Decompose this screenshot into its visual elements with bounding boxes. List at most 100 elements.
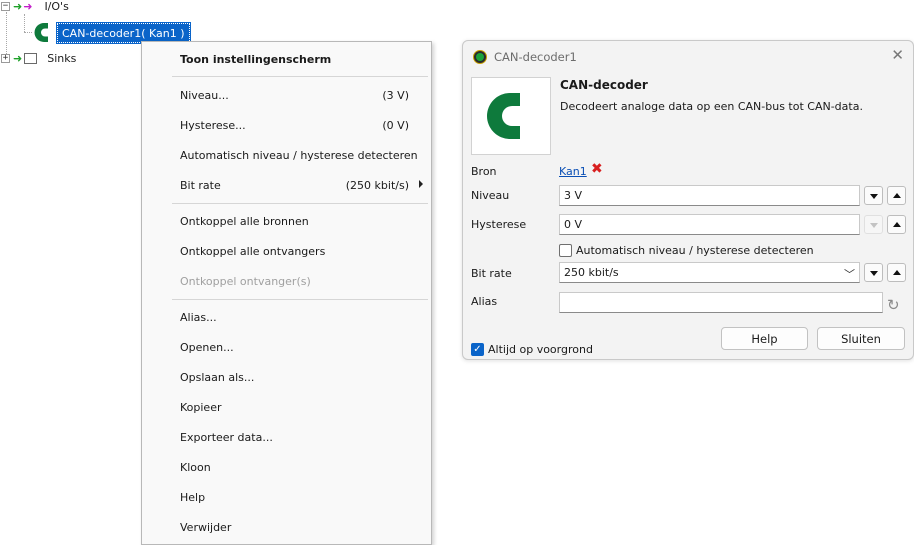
menu-item-label: Toon instellingenscherm xyxy=(180,52,332,66)
menu-item-openen[interactable]: Openen... xyxy=(142,332,431,362)
checkmark-icon[interactable]: ✓ xyxy=(471,343,484,356)
menu-item-label: Ontkoppel ontvanger(s) xyxy=(180,274,311,288)
submenu-arrow-icon xyxy=(419,180,423,188)
menu-item-auto-detect[interactable]: Automatisch niveau / hysterese detectere… xyxy=(142,140,431,170)
bitrate-decrease-button[interactable] xyxy=(864,263,883,282)
expand-toggle[interactable]: + xyxy=(1,53,10,63)
alias-label: Alias xyxy=(471,295,498,308)
niveau-decrease-button[interactable] xyxy=(864,186,883,205)
dialog-heading: CAN-decoder xyxy=(560,78,648,92)
niveau-value: 3 V xyxy=(564,189,583,202)
hysterese-decrease-button xyxy=(864,215,883,234)
niveau-increase-button[interactable] xyxy=(887,186,906,205)
menu-item-exporteer-data[interactable]: Exporteer data... xyxy=(142,422,431,452)
hysterese-field[interactable]: 0 V xyxy=(559,214,860,235)
chevron-down-icon: ﹀ xyxy=(844,268,855,281)
context-menu: Toon instellingenscherm Niveau... (3 V) … xyxy=(141,41,432,545)
menu-item-niveau[interactable]: Niveau... (3 V) xyxy=(142,80,431,110)
menu-item-value: (0 V) xyxy=(382,118,409,132)
help-button-label: Help xyxy=(751,331,778,346)
auto-detect-label: Automatisch niveau / hysterese detectere… xyxy=(576,244,814,257)
menu-item-help[interactable]: Help xyxy=(142,482,431,512)
hysterese-value: 0 V xyxy=(564,218,583,231)
app-icon xyxy=(473,50,487,64)
menu-item-label: Alias... xyxy=(180,310,217,324)
up-arrow-icon xyxy=(893,270,901,275)
menu-item-ontkoppel-ontvangers[interactable]: Ontkoppel alle ontvangers xyxy=(142,236,431,266)
up-arrow-icon xyxy=(893,193,901,198)
alias-input[interactable] xyxy=(559,292,883,313)
green-right-arrow-icon: ➜ xyxy=(13,51,23,65)
menu-item-label: Kopieer xyxy=(180,400,222,414)
menu-item-label: Bit rate xyxy=(180,178,221,192)
menu-item-label: Openen... xyxy=(180,340,234,354)
down-arrow-icon xyxy=(870,223,878,228)
tree-node-ios-label: I/O's xyxy=(44,0,69,13)
menu-item-value: (250 kbit/s) xyxy=(345,178,409,192)
reset-icon[interactable]: ↻ xyxy=(887,296,900,314)
menu-item-hysterese[interactable]: Hysterese... (0 V) xyxy=(142,110,431,140)
hysterese-label: Hysterese xyxy=(471,218,527,231)
checkbox-box[interactable] xyxy=(559,244,572,257)
menu-item-ontkoppel-bronnen[interactable]: Ontkoppel alle bronnen xyxy=(142,206,431,236)
menu-item-label: Ontkoppel alle ontvangers xyxy=(180,244,326,258)
bitrate-label: Bit rate xyxy=(471,267,512,280)
up-arrow-icon xyxy=(893,222,901,227)
menu-item-label: Niveau... xyxy=(180,88,229,102)
menu-item-value: (3 V) xyxy=(382,88,409,102)
menu-item-label: Opslaan als... xyxy=(180,370,255,384)
tree-node-can-decoder[interactable]: CAN-decoder1( Kan1 ) xyxy=(56,22,191,44)
hysterese-increase-button[interactable] xyxy=(887,215,906,234)
tree-node-ios[interactable]: − ➜ ➜ I/O's xyxy=(1,0,69,15)
magenta-right-arrow-icon: ➜ xyxy=(23,0,33,13)
tree-node-can-decoder-label: CAN-decoder1( Kan1 ) xyxy=(62,26,185,40)
can-decoder-logo-icon xyxy=(487,93,520,139)
menu-item-toon-instellingenscherm[interactable]: Toon instellingenscherm xyxy=(142,44,431,74)
menu-item-label: Exporteer data... xyxy=(180,430,273,444)
always-on-top-label: Altijd op voorgrond xyxy=(488,343,593,356)
collapse-toggle[interactable]: − xyxy=(1,1,10,11)
menu-item-label: Hysterese... xyxy=(180,118,246,132)
can-decoder-logo-icon xyxy=(34,23,48,42)
remove-source-icon[interactable]: ✖ xyxy=(591,161,603,177)
can-decoder-logo xyxy=(471,77,551,155)
green-right-arrow-icon: ➜ xyxy=(13,0,23,13)
menu-item-label: Kloon xyxy=(180,460,211,474)
close-icon[interactable]: ✕ xyxy=(891,46,904,64)
bron-label: Bron xyxy=(471,165,497,178)
menu-item-kopieer[interactable]: Kopieer xyxy=(142,392,431,422)
menu-item-label: Ontkoppel alle bronnen xyxy=(180,214,309,228)
menu-separator xyxy=(172,76,428,77)
dialog-title: CAN-decoder1 xyxy=(494,50,577,64)
help-button[interactable]: Help xyxy=(721,327,808,350)
auto-detect-checkbox[interactable]: Automatisch niveau / hysterese detectere… xyxy=(559,244,814,257)
bitrate-increase-button[interactable] xyxy=(887,263,906,282)
niveau-label: Niveau xyxy=(471,189,510,202)
bitrate-value: 250 kbit/s xyxy=(564,266,619,279)
dialog-description: Decodeert analoge data op een CAN-bus to… xyxy=(560,100,863,113)
bitrate-select[interactable]: 250 kbit/s ﹀ xyxy=(559,262,860,283)
settings-dialog: CAN-decoder1 ✕ CAN-decoder Decodeert ana… xyxy=(462,40,914,360)
tree-node-sinks[interactable]: + ➜ Sinks xyxy=(1,49,76,67)
menu-item-bit-rate[interactable]: Bit rate (250 kbit/s) xyxy=(142,170,431,200)
menu-item-label: Verwijder xyxy=(180,520,232,534)
niveau-field[interactable]: 3 V xyxy=(559,185,860,206)
menu-item-opslaan-als[interactable]: Opslaan als... xyxy=(142,362,431,392)
sluiten-button[interactable]: Sluiten xyxy=(817,327,905,350)
menu-separator xyxy=(172,299,428,300)
bron-link[interactable]: Kan1 xyxy=(559,165,587,178)
sink-box-icon xyxy=(24,52,38,64)
menu-item-kloon[interactable]: Kloon xyxy=(142,452,431,482)
menu-item-label: Automatisch niveau / hysterese detectere… xyxy=(180,148,418,162)
tree-node-sinks-label: Sinks xyxy=(47,51,77,65)
dialog-titlebar[interactable]: CAN-decoder1 xyxy=(473,50,577,64)
menu-separator xyxy=(172,203,428,204)
sluiten-button-label: Sluiten xyxy=(841,331,881,346)
down-arrow-icon xyxy=(870,194,878,199)
menu-item-alias[interactable]: Alias... xyxy=(142,302,431,332)
down-arrow-icon xyxy=(870,271,878,276)
menu-item-verwijder[interactable]: Verwijder xyxy=(142,512,431,542)
menu-item-label: Help xyxy=(180,490,206,504)
always-on-top-checkbox[interactable]: ✓ Altijd op voorgrond xyxy=(471,343,593,356)
menu-item-ontkoppel-ontvanger: Ontkoppel ontvanger(s) xyxy=(142,266,431,296)
